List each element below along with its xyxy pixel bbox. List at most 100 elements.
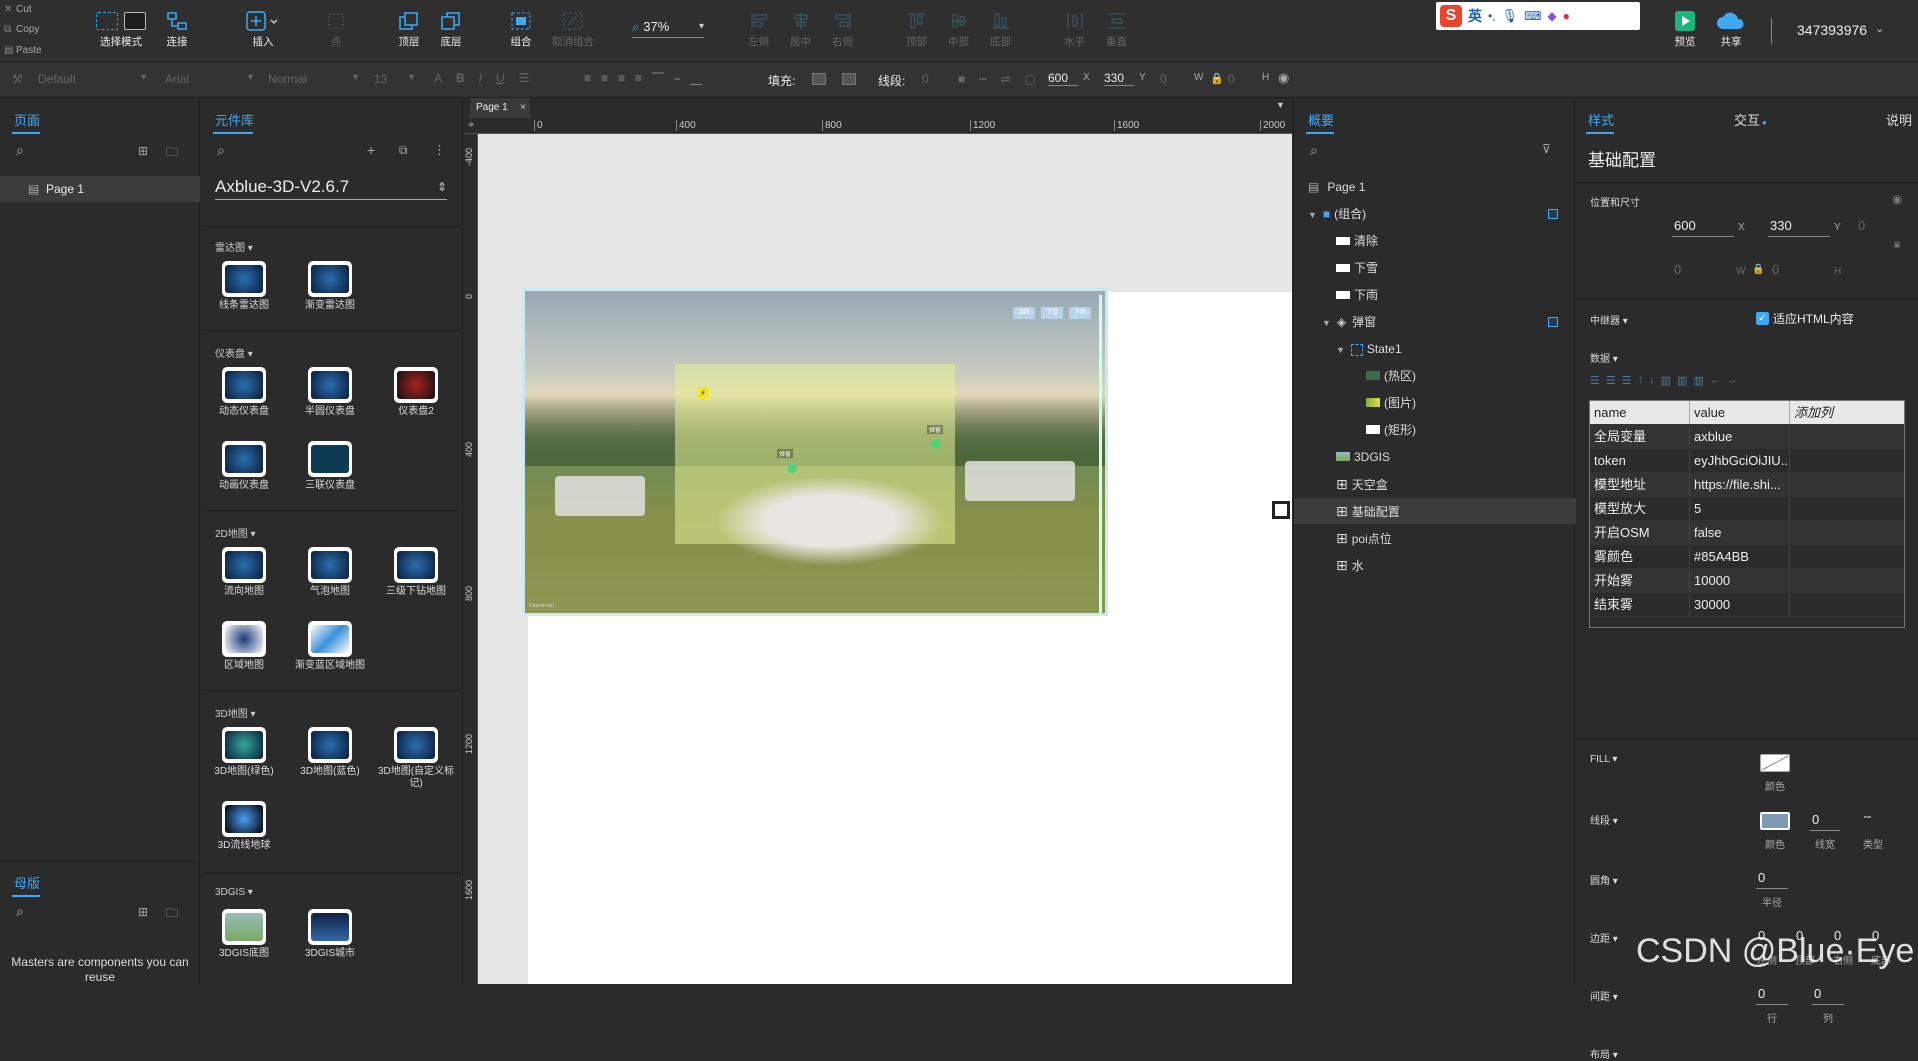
copy-library-icon[interactable]: ⧉ [399, 143, 408, 158]
insert-row-above-icon[interactable]: ☰ [1590, 374, 1600, 387]
cell-value[interactable]: false [1690, 521, 1790, 544]
tab-style[interactable]: 样式 [1588, 110, 1614, 129]
cell-empty[interactable] [1790, 449, 1904, 472]
keyboard-icon[interactable]: ⌨ [1524, 9, 1541, 23]
y-field[interactable]: 330 [1104, 71, 1134, 86]
canvas-area[interactable]: Page 1 × ▼ ⌖ 0 400 800 1200 1600 2000 -40… [464, 98, 1292, 984]
outline-item-poi[interactable]: ⊞ poi点位 [1336, 525, 1392, 551]
add-folder-icon[interactable]: 🗀 [166, 904, 178, 925]
insert-col-right-icon[interactable]: ▥ [1677, 374, 1687, 387]
widget-gauge2[interactable]: 仪表盘2 [373, 367, 459, 418]
scrollbar-vertical[interactable] [1099, 295, 1102, 613]
align-top-button[interactable]: 顶部 [906, 8, 927, 49]
point-button[interactable]: 点 [326, 8, 346, 49]
widget-3d-flow-earth[interactable]: 3D流线地球 [201, 801, 287, 852]
repeater-data-table[interactable]: name value 添加列 全局变量 axblue token eyJhbGciOiJ… [1589, 400, 1905, 628]
add-folder-icon[interactable]: 🗀 [166, 143, 178, 164]
cut-button[interactable]: ✕ Cut [0, 0, 78, 20]
tab-notes[interactable]: 说明 [1886, 110, 1912, 129]
row-spacing-field[interactable]: 0 [1758, 986, 1765, 1001]
section-3dgis[interactable]: 3DGIS ▾ [215, 887, 253, 898]
section-2d-map[interactable]: 2D地图 ▾ [215, 525, 256, 540]
corner-section[interactable]: 圆角 ▾ [1590, 872, 1618, 887]
align-bottom-button[interactable]: 底部 [990, 8, 1011, 49]
ime-lang[interactable]: 英 [1468, 6, 1482, 26]
line-arrow-icon[interactable]: ⇌ [1000, 72, 1010, 86]
widget-dynamic-gauge[interactable]: 动态仪表盘 [201, 367, 287, 418]
selected-widget-frame[interactable]: ⚡ ⬢ ⬢ 弹窗 弹窗 清除 下雪 下雨 Cesium ion [522, 288, 1108, 616]
fill-effect-swatch[interactable] [842, 73, 856, 85]
underline-icon[interactable]: U [496, 71, 505, 85]
table-row[interactable]: 结束雾 30000 [1590, 593, 1904, 617]
text-align-right-icon[interactable]: ≡ [618, 71, 625, 86]
move-right-icon[interactable]: → [1727, 374, 1738, 387]
visibility-toggle[interactable] [1548, 209, 1558, 219]
widget-flow-map[interactable]: 流向地图 [201, 547, 287, 598]
table-row[interactable]: 雾颜色 #85A4BB [1590, 545, 1904, 569]
table-row[interactable]: 开启OSM false [1590, 521, 1904, 545]
add-page-icon[interactable]: ⊞ [138, 144, 148, 158]
search-icon[interactable]: ⌕ [1310, 142, 1318, 159]
outline-item-popup[interactable]: ▼ ◈ 弹窗 [1322, 309, 1558, 335]
move-up-icon[interactable]: ↑ [1638, 374, 1644, 387]
cell-name[interactable]: 开始雾 [1590, 569, 1690, 592]
widget-3dgis-base[interactable]: 3DGIS底图 [201, 909, 287, 960]
cell-name[interactable]: 全局变量 [1590, 425, 1690, 448]
search-icon[interactable]: ⌕ [16, 903, 24, 920]
fill-color-swatch[interactable] [1760, 754, 1790, 772]
lock-icon[interactable]: 🔒 [1210, 72, 1224, 85]
cell-value[interactable]: #85A4BB [1690, 545, 1790, 568]
bold-icon[interactable]: B [456, 71, 465, 85]
add-library-icon[interactable]: + [367, 142, 375, 158]
scene-snow-button[interactable]: 下雪 [1041, 307, 1063, 319]
visibility-eye-icon[interactable]: ◉ [1892, 192, 1902, 206]
outline-item-page[interactable]: ▤ Page 1 [1308, 174, 1365, 200]
add-master-icon[interactable]: ⊞ [138, 905, 148, 919]
insert-col-left-icon[interactable]: ▥ [1661, 374, 1671, 387]
line-width-field[interactable]: 0 [1812, 812, 1819, 827]
visibility-eye-icon[interactable]: ◉ [1278, 70, 1289, 86]
outline-item-rain[interactable]: 下雨 [1336, 282, 1378, 308]
widget-gradient-radar[interactable]: 渐变雷达图 [287, 261, 373, 312]
zoom-select[interactable]: ⌕ 37% ▾ [632, 16, 704, 38]
cell-empty[interactable] [1790, 473, 1904, 496]
pages-tab[interactable]: 页面 [14, 110, 40, 129]
share-button[interactable]: 共享 [1716, 8, 1746, 49]
table-row[interactable]: 全局变量 axblue [1590, 425, 1904, 449]
bottom-layer-button[interactable]: 底层 [440, 8, 462, 49]
table-row[interactable]: token eyJhbGciOiJIU... [1590, 449, 1904, 473]
close-icon[interactable]: × [520, 98, 526, 118]
library-select[interactable]: Axblue-3D-V2.6.7 ⇕ [215, 174, 447, 200]
align-center-button[interactable]: 居中 [790, 8, 811, 49]
filter-icon[interactable]: ⊽ [1542, 142, 1551, 156]
font-select[interactable]: Arial ▼ [165, 72, 255, 86]
insert-button[interactable]: 插入 [246, 8, 280, 49]
paste-button[interactable]: ▤ Paste [0, 41, 78, 61]
italic-icon[interactable]: I [479, 71, 482, 85]
weight-select[interactable]: Normal ▼ [268, 72, 360, 86]
widget-3d-map-green[interactable]: 3D地图(绿色) [201, 727, 287, 778]
delete-col-icon[interactable]: ▥ [1693, 374, 1703, 387]
cell-name[interactable]: 结束雾 [1590, 593, 1690, 616]
section-3d-map[interactable]: 3D地图 ▾ [215, 705, 256, 720]
more-options-icon[interactable]: ⋮ [433, 142, 446, 158]
group-button[interactable]: 组合 [510, 8, 532, 49]
distribute-v-button[interactable]: 垂直 [1106, 8, 1127, 49]
connect-button[interactable]: 连接 [166, 8, 188, 49]
cell-empty[interactable] [1790, 593, 1904, 616]
widget-3d-map-custom[interactable]: 3D地图(自定义标记) [373, 727, 459, 790]
cell-empty[interactable] [1790, 569, 1904, 592]
padding-section[interactable]: 边距 ▾ [1590, 930, 1618, 945]
table-row[interactable]: 模型地址 https://file.shi... [1590, 473, 1904, 497]
user-menu[interactable]: 347393976 ⌄ [1797, 22, 1884, 38]
layout-section[interactable]: 布局 ▾ [1590, 1046, 1618, 1061]
line-width-value[interactable]: 0 [922, 72, 929, 86]
insert-row-below-icon[interactable]: ☰ [1606, 374, 1616, 387]
cell-value[interactable]: 10000 [1690, 569, 1790, 592]
outline-item-skybox[interactable]: ⊞ 天空盒 [1336, 471, 1388, 497]
widget-half-gauge[interactable]: 半圆仪表盘 [287, 367, 373, 418]
widget-name-field[interactable]: 基础配置 [1588, 146, 1656, 171]
masters-tab[interactable]: 母版 [14, 873, 40, 892]
move-left-icon[interactable]: ← [1710, 374, 1721, 387]
cell-empty[interactable] [1790, 545, 1904, 568]
